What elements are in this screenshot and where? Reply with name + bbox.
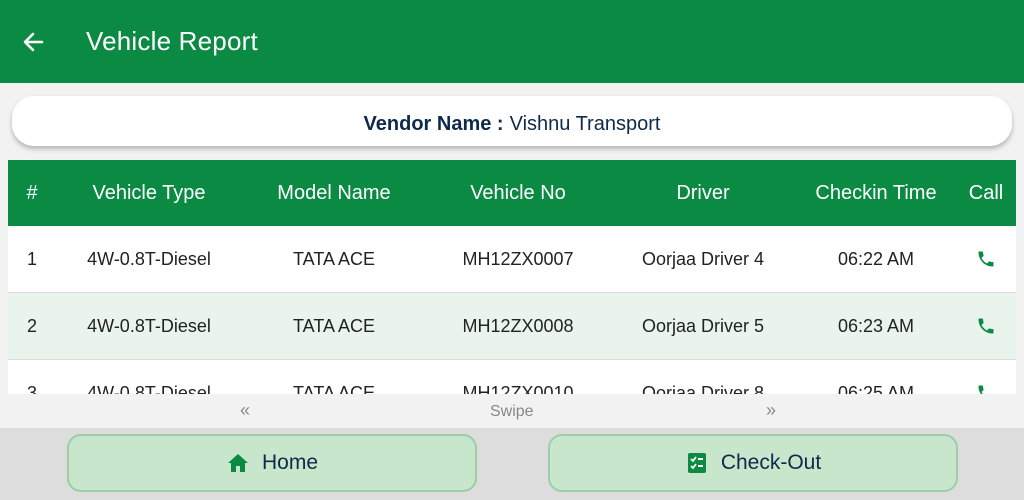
phone-icon[interactable] (956, 316, 1016, 336)
phone-icon[interactable] (956, 383, 1016, 394)
checklist-icon (685, 451, 709, 475)
vendor-value: Vishnu Transport (509, 113, 661, 135)
swipe-right-icon[interactable]: » (766, 400, 776, 421)
table-row[interactable]: 1 4W-0.8T-Diesel TATA ACE MH12ZX0007 Oor… (8, 226, 1016, 293)
cell-vehicle-no: MH12ZX0010 (462, 382, 574, 395)
check-out-button[interactable]: Check-Out (548, 434, 958, 492)
swipe-hint: « Swipe » (0, 394, 1024, 428)
check-out-label: Check-Out (720, 451, 822, 474)
cell-model-name: TATA ACE (292, 382, 376, 395)
table-header: # Vehicle Type Model Name Vehicle No Dri… (8, 160, 1016, 226)
cell-driver: Oorjaa Driver 5 (641, 315, 765, 336)
vehicle-table[interactable]: # Vehicle Type Model Name Vehicle No Dri… (8, 160, 1016, 394)
swipe-label: Swipe (490, 403, 534, 420)
cell-num: 1 (26, 248, 37, 269)
cell-num: 2 (26, 315, 37, 336)
bottom-bar: Home Check-Out (0, 428, 1024, 500)
swipe-left-icon[interactable]: « (240, 400, 250, 421)
vendor-card: Vendor Name : Vishnu Transport (12, 96, 1012, 146)
table-row[interactable]: 3 4W-0.8T-Diesel TATA ACE MH12ZX0010 Oor… (8, 360, 1016, 394)
cell-model-name: TATA ACE (292, 315, 376, 336)
header-model-name: Model Name (277, 181, 391, 204)
cell-vehicle-type: 4W-0.8T-Diesel (87, 315, 211, 336)
home-icon (226, 451, 250, 475)
header-driver: Driver (676, 181, 730, 204)
cell-vehicle-type: 4W-0.8T-Diesel (87, 248, 211, 269)
header-vehicle-type: Vehicle Type (92, 181, 206, 204)
vendor-label: Vendor Name : (363, 113, 504, 135)
cell-driver: Oorjaa Driver 8 (641, 382, 765, 395)
back-arrow-icon[interactable] (22, 31, 44, 53)
home-button[interactable]: Home (67, 434, 477, 492)
cell-model-name: TATA ACE (292, 248, 376, 269)
cell-num: 3 (26, 382, 37, 395)
cell-checkin-time: 06:22 AM (837, 248, 915, 269)
cell-vehicle-no: MH12ZX0008 (462, 315, 574, 336)
home-label: Home (261, 451, 319, 474)
page-title: Vehicle Report (86, 26, 258, 56)
phone-icon[interactable] (956, 249, 1016, 269)
header-checkin-time: Checkin Time (815, 181, 937, 204)
header-num: # (26, 181, 38, 204)
header-call: Call (968, 181, 1004, 204)
cell-driver: Oorjaa Driver 4 (641, 248, 765, 269)
header-vehicle-no: Vehicle No (470, 181, 566, 204)
cell-checkin-time: 06:25 AM (837, 382, 915, 395)
cell-checkin-time: 06:23 AM (837, 315, 915, 336)
cell-vehicle-type: 4W-0.8T-Diesel (87, 382, 211, 395)
cell-vehicle-no: MH12ZX0007 (462, 248, 574, 269)
app-bar: Vehicle Report (0, 0, 1024, 83)
table-row[interactable]: 2 4W-0.8T-Diesel TATA ACE MH12ZX0008 Oor… (8, 293, 1016, 360)
